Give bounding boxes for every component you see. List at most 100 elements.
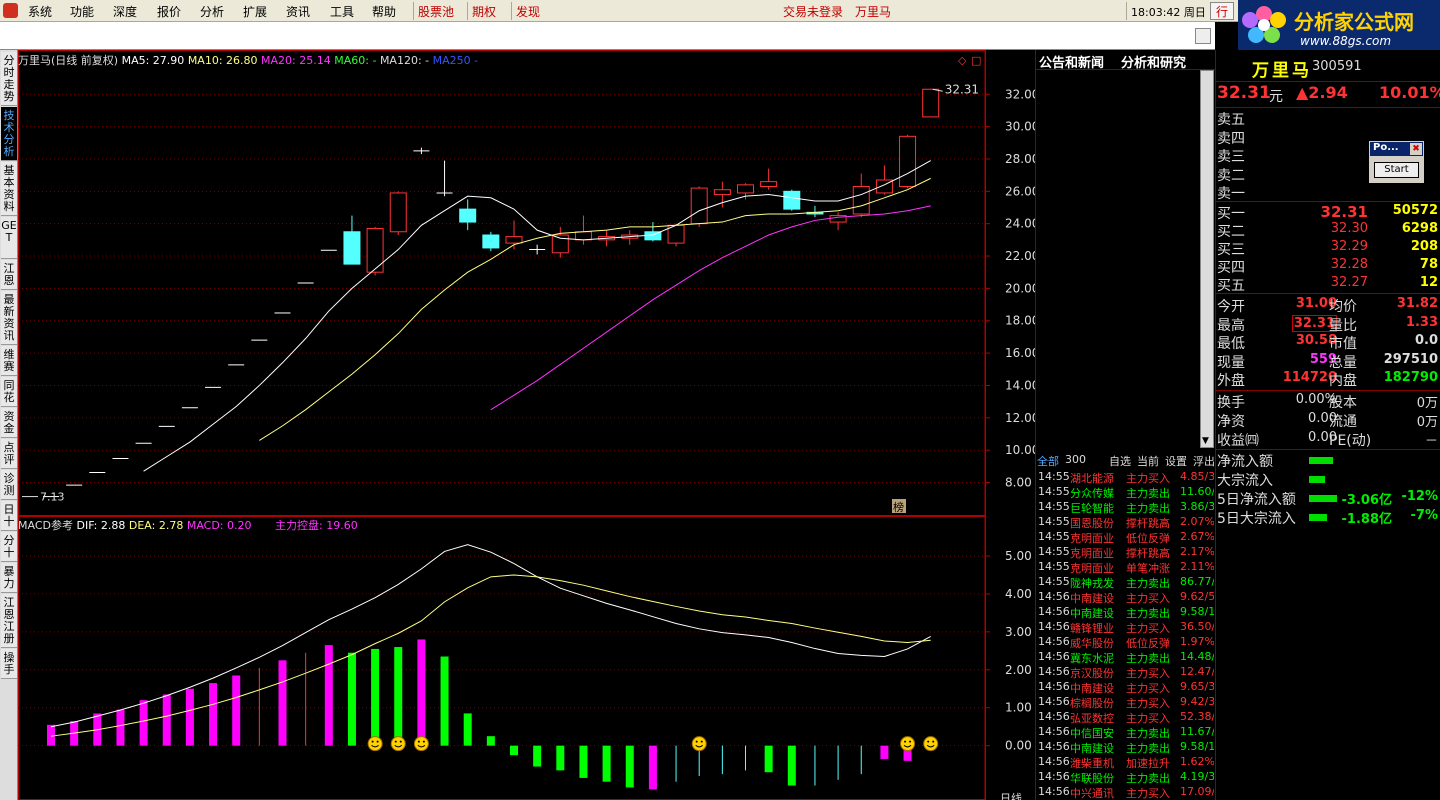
site-logo: 分析家公式网 www.88gs.com xyxy=(1238,0,1440,50)
tab-research[interactable]: 分析和研究 xyxy=(1121,52,1186,71)
macd-bar xyxy=(371,648,380,746)
macd-bar xyxy=(880,745,889,759)
news-list-tab-2[interactable]: 自选 xyxy=(1109,453,1131,469)
macd-bar xyxy=(185,688,194,746)
news-row[interactable]: 14:56 中南建设 主力买入 9.65/3 xyxy=(1038,680,1214,695)
login-status[interactable]: 交易未登录 xyxy=(783,3,843,20)
kline-chart[interactable]: 32.00 30.00 28.00 26.00 24.00 22.00 20.00 18.00… xyxy=(18,50,1035,800)
news-list-tab-5[interactable]: 浮出 xyxy=(1193,453,1215,469)
menu-item-3[interactable]: 报价 xyxy=(157,3,181,20)
news-time: 14:55 xyxy=(1038,575,1070,588)
menu-item-1[interactable]: 功能 xyxy=(70,3,94,20)
quote-change-pct: 10.01% xyxy=(1379,83,1440,102)
news-value: 1.62% xyxy=(1180,755,1214,768)
left-tab-13[interactable]: 暴力 xyxy=(1,563,17,593)
sell-label: 卖三 xyxy=(1217,149,1245,165)
scroll-down-icon[interactable]: ▼ xyxy=(1202,436,1212,446)
low-price-label: 7.13 xyxy=(40,491,65,504)
news-row[interactable]: 14:56 赣锋锂业 主力买入 36.50/ xyxy=(1038,620,1214,635)
news-row[interactable]: 14:55 巨轮智能 主力卖出 3.86/3 xyxy=(1038,500,1214,515)
left-tab-14[interactable]: 江恩江册 xyxy=(1,594,17,648)
left-tab-2[interactable]: 基本资料 xyxy=(1,162,17,216)
smiley-eye xyxy=(909,740,912,743)
left-tab-10[interactable]: 诊测 xyxy=(1,470,17,500)
news-row[interactable]: 14:56 威华股份 低位反弹 1.97% xyxy=(1038,635,1214,650)
left-tab-12[interactable]: 分十 xyxy=(1,532,17,562)
news-row[interactable]: 14:55 克明面业 单笔冲涨 2.11% xyxy=(1038,560,1214,575)
news-value: 52.38/ xyxy=(1180,710,1214,723)
news-row[interactable]: 14:56 潍柴重机 加速拉升 1.62% xyxy=(1038,755,1214,770)
news-scrollbar[interactable]: ▼ xyxy=(1200,70,1214,448)
clock: 18:03:42 周日 xyxy=(1131,6,1206,19)
news-time: 14:56 xyxy=(1038,785,1070,798)
menu-item-8[interactable]: 帮助 xyxy=(372,3,396,20)
news-row[interactable]: 14:55 分众传媒 主力卖出 11.60/ xyxy=(1038,485,1214,500)
news-row[interactable]: 14:56 中南建设 主力买入 9.62/5 xyxy=(1038,590,1214,605)
left-tab-9[interactable]: 点评 xyxy=(1,439,17,469)
flow-pct: -7% xyxy=(1410,508,1438,523)
news-row[interactable]: 14:55 湖北能源 主力买入 4.85/3 xyxy=(1038,470,1214,485)
left-tab-15[interactable]: 操手 xyxy=(1,649,17,679)
menu-item-2[interactable]: 深度 xyxy=(113,3,137,20)
news-row[interactable]: 14:56 冀东水泥 主力卖出 14.48/ xyxy=(1038,650,1214,665)
price-axis-label: 30.00 xyxy=(1005,120,1035,134)
news-row[interactable]: 14:55 克明面业 低位反弹 2.67% xyxy=(1038,530,1214,545)
menu-item-0[interactable]: 系统 xyxy=(28,3,52,20)
logo-url[interactable]: www.88gs.com xyxy=(1300,34,1391,48)
left-tab-0[interactable]: 分时走势 xyxy=(1,52,17,106)
news-time: 14:56 xyxy=(1038,680,1070,693)
left-tab-1[interactable]: 技术分析 xyxy=(1,107,17,161)
menu-item-red-2[interactable]: 发现 xyxy=(516,3,540,20)
news-row[interactable]: 14:56 弘亚数控 主力买入 52.38/ xyxy=(1038,710,1214,725)
tab-announcements[interactable]: 公告和新闻 xyxy=(1039,52,1104,71)
price-axis-label: 24.00 xyxy=(1005,217,1035,231)
news-list-tab-3[interactable]: 当前 xyxy=(1137,453,1159,469)
news-row[interactable]: 14:56 中信国安 主力卖出 11.67/ xyxy=(1038,725,1214,740)
menu-item-red-1[interactable]: 期权 xyxy=(472,3,496,20)
news-time: 14:56 xyxy=(1038,725,1070,738)
menu-item-7[interactable]: 工具 xyxy=(330,3,354,20)
news-row[interactable]: 14:55 国恩股份 撑杆跳高 2.07% xyxy=(1038,515,1214,530)
popup-close-icon[interactable]: ✖ xyxy=(1410,143,1422,155)
mini-popup-window[interactable]: Po... ✖ Start xyxy=(1368,140,1425,184)
news-row[interactable]: 14:56 中南建设 主力卖出 9.58/1 xyxy=(1038,740,1214,755)
news-stock: 棕榈股份 xyxy=(1070,697,1114,710)
left-tab-11[interactable]: 日十 xyxy=(1,501,17,531)
menu-item-5[interactable]: 扩展 xyxy=(243,3,267,20)
candle-body xyxy=(783,190,801,210)
news-row[interactable]: 14:56 京汉股份 主力买入 12.47/ xyxy=(1038,665,1214,680)
news-row[interactable]: 14:55 克明面业 撑杆跳高 2.17% xyxy=(1038,545,1214,560)
news-row[interactable]: 14:56 棕榈股份 主力买入 9.42/3 xyxy=(1038,695,1214,710)
smiley-eye xyxy=(695,740,698,743)
left-tab-5[interactable]: 最新资讯 xyxy=(1,291,17,345)
left-tab-8[interactable]: 资金 xyxy=(1,408,17,438)
stat-v2: 1.33 xyxy=(1405,314,1438,330)
smiley-icon xyxy=(691,736,707,752)
buy-volume: 6298 xyxy=(1401,221,1438,236)
popup-titlebar[interactable]: Po... ✖ xyxy=(1370,142,1423,156)
menu-item-red-0[interactable]: 股票池 xyxy=(418,3,454,20)
buy-price: 32.27 xyxy=(1330,275,1368,290)
mode-button[interactable]: 行 xyxy=(1210,2,1234,20)
left-tab-7[interactable]: 同花 xyxy=(1,377,17,407)
menu-item-6[interactable]: 资讯 xyxy=(286,3,310,20)
news-list-tab-0[interactable]: 全部 xyxy=(1037,453,1059,469)
news-list-tab-4[interactable]: 设置 xyxy=(1165,453,1187,469)
smiley-eye xyxy=(399,740,402,743)
news-list-tab-1[interactable]: 300 xyxy=(1065,453,1086,466)
left-tab-6[interactable]: 维赛 xyxy=(1,346,17,376)
stat2-l2: 股本 xyxy=(1329,395,1357,411)
news-row[interactable]: 14:56 中兴通讯 主力买入 17.09/ xyxy=(1038,785,1214,800)
news-stock: 分众传媒 xyxy=(1070,487,1114,500)
news-action: 低位反弹 xyxy=(1126,637,1170,650)
toolbar-scroll-left[interactable] xyxy=(1195,28,1211,44)
popup-start-button[interactable]: Start xyxy=(1374,162,1419,178)
chart-canvas[interactable]: 32.00 30.00 28.00 26.00 24.00 22.00 20.00 18.00… xyxy=(18,50,1035,800)
news-row[interactable]: 14:55 陇神戎发 主力卖出 86.77/ xyxy=(1038,575,1214,590)
menu-item-4[interactable]: 分析 xyxy=(200,3,224,20)
news-row[interactable]: 14:56 华联股份 主力卖出 4.19/3 xyxy=(1038,770,1214,785)
news-value: 14.48/ xyxy=(1180,650,1214,663)
left-tab-3[interactable]: GET xyxy=(1,217,17,259)
news-row[interactable]: 14:56 中南建设 主力卖出 9.58/1 xyxy=(1038,605,1214,620)
left-tab-4[interactable]: 江恩 xyxy=(1,260,17,290)
